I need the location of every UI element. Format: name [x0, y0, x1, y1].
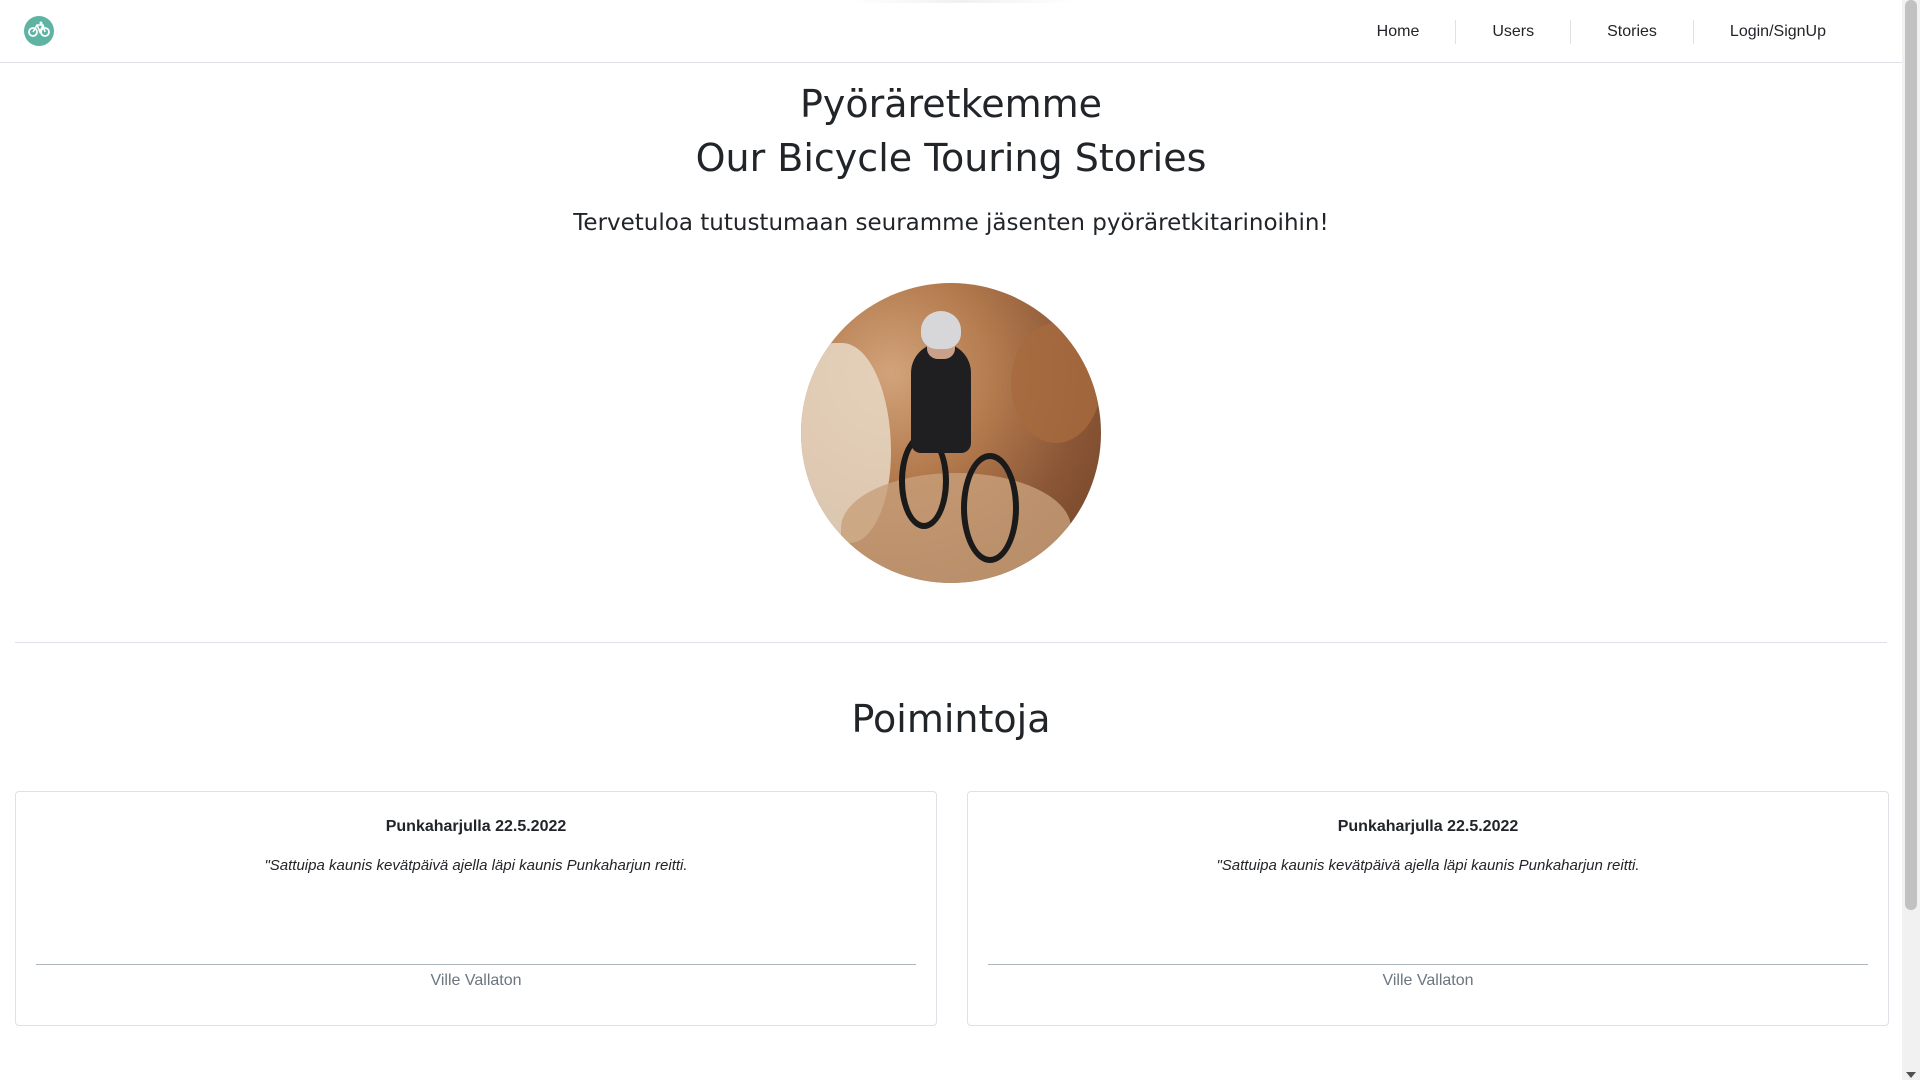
- navbar: Home Users Stories Login/SignUp: [0, 0, 1902, 63]
- bicycle-icon: [28, 21, 50, 42]
- nav-login-signup[interactable]: Login/SignUp: [1692, 19, 1862, 44]
- story-author: Ville Vallaton: [36, 964, 916, 993]
- story-card[interactable]: Punkaharjulla 22.5.2022 "Sattuipa kaunis…: [967, 791, 1889, 1026]
- story-card[interactable]: Punkaharjulla 22.5.2022 "Sattuipa kaunis…: [15, 791, 937, 1026]
- hero-image: [801, 283, 1101, 583]
- story-quote: "Sattuipa kaunis kevätpäivä ajella läpi …: [264, 857, 688, 874]
- story-title: Punkaharjulla 22.5.2022: [1337, 818, 1519, 835]
- highlights-title: Poimintoja: [851, 697, 1051, 741]
- section-divider: [15, 642, 1887, 643]
- nav-links: Home Users Stories Login/SignUp: [1341, 0, 1862, 63]
- hero-section: Pyöräretkemme Our Bicycle Touring Storie…: [0, 63, 1902, 583]
- story-author: Ville Vallaton: [988, 964, 1868, 993]
- scroll-down-arrow-icon[interactable]: [1906, 1072, 1916, 1078]
- title-english: Our Bicycle Touring Stories: [695, 136, 1207, 180]
- nav-stories[interactable]: Stories: [1570, 19, 1693, 44]
- vertical-scrollbar[interactable]: [1902, 0, 1920, 1080]
- brand-logo[interactable]: [24, 16, 54, 46]
- story-quote: "Sattuipa kaunis kevätpäivä ajella läpi …: [1216, 857, 1640, 874]
- page-title: Pyöräretkemme Our Bicycle Touring Storie…: [0, 77, 1902, 185]
- scrollbar-thumb[interactable]: [1905, 0, 1917, 910]
- nav-home[interactable]: Home: [1341, 20, 1456, 44]
- top-shadow: [850, 0, 1075, 3]
- story-title: Punkaharjulla 22.5.2022: [385, 818, 567, 835]
- title-finnish: Pyöräretkemme: [799, 82, 1103, 126]
- welcome-subtitle: Tervetuloa tutustumaan seuramme jäsenten…: [573, 210, 1329, 236]
- nav-users[interactable]: Users: [1455, 19, 1570, 44]
